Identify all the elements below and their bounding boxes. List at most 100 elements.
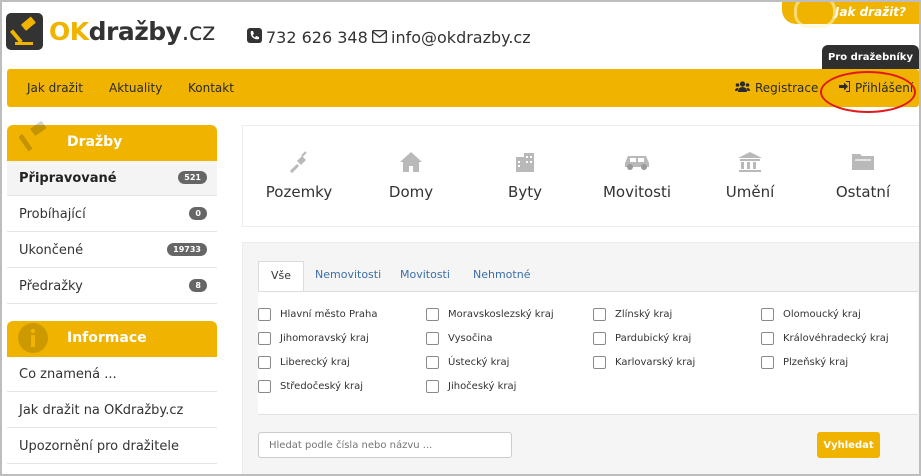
category-houses[interactable]: Domy — [351, 151, 471, 201]
region-checkbox[interactable]: Moravskoslezský kraj — [426, 308, 554, 321]
region-label: Pardubický kraj — [615, 333, 692, 344]
email-contact[interactable]: info@okdrazby.cz — [371, 28, 531, 47]
checkbox-box[interactable] — [258, 380, 271, 393]
region-label: Královéhradecký kraj — [783, 333, 889, 344]
register-label: Registrace — [755, 81, 819, 95]
checkbox-box[interactable] — [593, 332, 606, 345]
region-checkbox[interactable]: Plzeňský kraj — [761, 356, 848, 369]
region-label: Zlínský kraj — [615, 309, 673, 320]
region-checkbox[interactable]: Královéhradecký kraj — [761, 332, 889, 345]
museum-icon — [690, 151, 810, 175]
envelope-icon — [371, 28, 388, 47]
nav-how-to-bid[interactable]: Jak dražit — [27, 81, 83, 95]
sidebar-item-ongoing[interactable]: Probíhající 0 — [7, 197, 217, 232]
checkbox-box[interactable] — [258, 308, 271, 321]
checkbox-box[interactable] — [258, 356, 271, 369]
category-label: Byty — [508, 183, 542, 201]
region-label: Karlovarský kraj — [615, 357, 696, 368]
category-label: Pozemky — [265, 183, 333, 201]
sidebar-item-upcoming[interactable]: Připravované 521 — [7, 161, 217, 196]
page-frame: OKdražby.cz 732 626 348 info@okdrazby.cz… — [0, 0, 921, 476]
sidebar-item-label: Co znamená ... — [19, 367, 117, 382]
region-checkbox[interactable]: Liberecký kraj — [258, 356, 350, 369]
phone-contact[interactable]: 732 626 348 — [247, 28, 368, 47]
checkbox-box[interactable] — [761, 356, 774, 369]
region-checkbox[interactable]: Olomoucký kraj — [761, 308, 861, 321]
region-list: Hlavní město Praha Moravskoslezský kraj … — [258, 292, 918, 414]
checkbox-box[interactable] — [761, 332, 774, 345]
search-input[interactable] — [258, 432, 512, 458]
nav-news[interactable]: Aktuality — [109, 81, 162, 95]
region-checkbox[interactable]: Středočeský kraj — [258, 380, 363, 393]
info-panel-title: Informace — [67, 330, 147, 346]
count-badge: 19733 — [167, 243, 207, 256]
auctions-panel-title: Dražby — [67, 134, 123, 150]
category-label: Domy — [388, 183, 434, 201]
region-checkbox[interactable]: Hlavní město Praha — [258, 308, 378, 321]
category-label: Movitosti — [602, 183, 672, 201]
count-badge: 521 — [178, 171, 207, 184]
register-link[interactable]: Registrace — [735, 81, 818, 95]
sidebar-item-label: Připravované — [19, 171, 117, 186]
region-label: Plzeňský kraj — [783, 357, 849, 368]
checkbox-box[interactable] — [593, 308, 606, 321]
sidebar-item-label: Upozornění pro dražitele — [19, 439, 179, 454]
category-land[interactable]: Pozemky — [239, 151, 359, 201]
sidebar-item-label: Ukončené — [19, 243, 84, 258]
region-checkbox[interactable]: Ústecký kraj — [426, 356, 509, 369]
sidebar-item-how-to-bid[interactable]: Jak dražit na OKdražby.cz — [7, 393, 217, 428]
checkbox-box[interactable] — [426, 356, 439, 369]
tab-intangible[interactable]: Nehmotné — [473, 261, 530, 291]
region-label: Olomoucký kraj — [783, 309, 861, 320]
sidebar-item-pre-auctions[interactable]: Předražky 8 — [7, 269, 217, 304]
logo[interactable]: OKdražby.cz — [6, 13, 215, 50]
region-checkbox[interactable]: Vysočina — [426, 332, 493, 345]
sidebar-item-finished[interactable]: Ukončené 19733 — [7, 233, 217, 268]
email-address: info@okdrazby.cz — [391, 28, 531, 47]
users-icon — [735, 81, 750, 95]
checkbox-box[interactable] — [426, 380, 439, 393]
sidebar-item-label: Jak dražit na OKdražby.cz — [19, 403, 184, 418]
tab-all[interactable]: Vše — [258, 261, 305, 292]
main-nav: Jak dražit Aktuality Kontakt Registrace … — [7, 69, 919, 107]
sidebar-item-bidder-notice[interactable]: Upozornění pro dražitele — [7, 429, 217, 464]
search-button[interactable]: Vyhledat — [817, 432, 880, 458]
count-badge: 8 — [189, 279, 207, 292]
pro-auctioneers-tab[interactable]: Pro dražebníky — [822, 45, 919, 69]
filter-divider — [258, 414, 918, 415]
car-icon — [577, 151, 697, 175]
checkbox-box[interactable] — [258, 332, 271, 345]
region-label: Jihočeský kraj — [448, 381, 517, 392]
checkbox-box[interactable] — [426, 308, 439, 321]
category-art[interactable]: Umění — [690, 151, 810, 201]
count-badge: 0 — [189, 207, 207, 220]
checkbox-box[interactable] — [761, 308, 774, 321]
category-other[interactable]: Ostatní — [803, 151, 919, 201]
region-checkbox[interactable]: Pardubický kraj — [593, 332, 691, 345]
category-movables[interactable]: Movitosti — [577, 151, 697, 201]
gavel-watermark-icon — [18, 119, 53, 163]
region-checkbox[interactable]: Jihočeský kraj — [426, 380, 516, 393]
building-icon — [465, 151, 585, 175]
auctions-panel-header: Dražby — [7, 121, 217, 161]
sidebar-item-label: Předražky — [19, 279, 83, 294]
folder-icon — [803, 151, 919, 175]
checkbox-box[interactable] — [426, 332, 439, 345]
logo-text: OKdražby.cz — [49, 17, 215, 46]
tab-movables[interactable]: Movitosti — [400, 261, 450, 291]
checkbox-box[interactable] — [593, 356, 606, 369]
tab-real-estate[interactable]: Nemovitosti — [315, 261, 381, 291]
house-icon — [351, 151, 471, 175]
nav-contact[interactable]: Kontakt — [188, 81, 234, 95]
region-label: Hlavní město Praha — [280, 309, 378, 320]
region-label: Liberecký kraj — [280, 357, 350, 368]
region-checkbox[interactable]: Karlovarský kraj — [593, 356, 695, 369]
phone-number: 732 626 348 — [266, 28, 368, 47]
login-highlight-ellipse — [820, 71, 916, 113]
info-panel-header: Informace — [7, 321, 217, 357]
sidebar-item-what-means[interactable]: Co znamená ... — [7, 357, 217, 392]
region-checkbox[interactable]: Zlínský kraj — [593, 308, 672, 321]
category-flats[interactable]: Byty — [465, 151, 585, 201]
region-label: Jihomoravský kraj — [280, 333, 369, 344]
region-checkbox[interactable]: Jihomoravský kraj — [258, 332, 369, 345]
